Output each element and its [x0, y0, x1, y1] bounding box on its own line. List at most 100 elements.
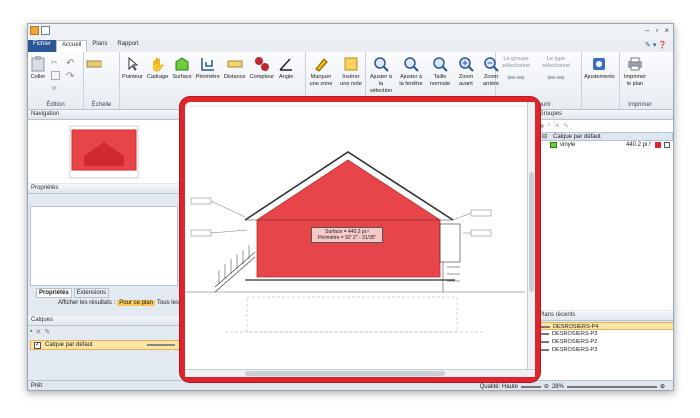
recent-plan-item[interactable]: DESROSIERS-P2: [536, 338, 673, 346]
group-item-row[interactable]: vinyle 440.2 pi.²: [538, 141, 673, 150]
distance-label: Distance: [223, 74, 246, 80]
close-icon[interactable]: ×: [664, 26, 669, 35]
plan-canvas[interactable]: Surface = 440.2 pi.² Périmètre = 92' 2" …: [180, 97, 540, 382]
cut-icon[interactable]: ✂: [51, 58, 60, 67]
mark-zone-label: Marquer une zone: [309, 74, 333, 87]
title-bar: – ▫ ×: [28, 24, 673, 40]
delete-group-icon[interactable]: ✕: [554, 122, 560, 130]
adjustments-button[interactable]: Ajustements: [582, 52, 617, 109]
group-edition: Coller ✂ ✕ ↶ ↷ Édition: [28, 52, 84, 109]
area-shape-icon: [550, 142, 557, 148]
search-group-icon[interactable]: ⌕: [547, 122, 551, 130]
undo-icon[interactable]: ↶: [66, 58, 75, 69]
tab-extensions[interactable]: Extensions: [73, 288, 110, 298]
tab-rapport[interactable]: Rapport: [112, 40, 143, 52]
help-icon[interactable]: ✎ ▾ ❓: [645, 41, 667, 49]
surface-label: Surface: [172, 74, 192, 80]
paste-icon: [30, 56, 46, 72]
copy-icon[interactable]: [51, 71, 60, 80]
add-layer-icon[interactable]: ▪: [30, 328, 32, 336]
horizontal-scroll-thumb[interactable]: [245, 371, 445, 376]
scale-button[interactable]: [84, 52, 104, 109]
groups-tree: ◆ ⌕ ✕ ✎ ⊟ Calque par défaut vinyle 440.2…: [536, 120, 673, 310]
zoom-in-icon: [458, 56, 474, 72]
group-echelle: Échelle: [84, 52, 120, 109]
zoom-out-small-icon[interactable]: ⊖: [544, 383, 549, 390]
magnifier-icon: [373, 56, 389, 72]
navigation-thumbnail: [69, 125, 139, 179]
print-button[interactable]: Imprimer le plan: [620, 52, 650, 109]
maximize-icon[interactable]: ▫: [655, 26, 658, 35]
edit-small-buttons: ✂ ✕: [48, 52, 63, 109]
edit-layer-icon[interactable]: ✎: [44, 328, 50, 336]
group-layer-name: Calque par défaut: [553, 134, 601, 140]
nav-arrows-icon: ⬅➡: [506, 71, 526, 84]
paste-button[interactable]: Coller: [28, 52, 48, 109]
surface-icon: [174, 56, 190, 72]
perimeter-value: Périmètre = 92' 2" - 31/35": [317, 235, 377, 241]
save-icon[interactable]: [41, 26, 50, 35]
edit-group-icon[interactable]: ✎: [563, 122, 569, 130]
minimize-icon[interactable]: –: [645, 26, 649, 35]
quality-slider[interactable]: [520, 385, 541, 388]
tab-accueil[interactable]: Accueil: [56, 40, 88, 52]
fit-window-label: Ajuster à la fenêtre: [399, 74, 423, 87]
navigation-header: Navigation: [28, 110, 180, 120]
vertical-scroll-thumb[interactable]: [529, 172, 534, 292]
printer-icon: [627, 56, 643, 72]
tab-fichier[interactable]: Fichier: [28, 40, 57, 52]
recent-plan-item[interactable]: DESROSIERS-P4: [536, 322, 673, 330]
layer-row[interactable]: ✓ Calque par défaut: [30, 340, 180, 350]
groups-header: Groupes: [536, 110, 673, 120]
properties-subtabs: Propriétés Extensions: [36, 288, 110, 298]
layer-checkbox[interactable]: ✓: [34, 342, 41, 349]
selected-type-button[interactable]: Le type sélectionné ⬅➡: [536, 52, 576, 109]
group-label-imprimer: Imprimer: [628, 102, 652, 108]
angle-label: Angle: [279, 74, 294, 80]
delete-layer-icon[interactable]: ✕: [35, 328, 41, 336]
redo-icon[interactable]: ↷: [66, 71, 75, 82]
distance-icon: [227, 56, 243, 72]
undo-redo-buttons: ↶ ↷: [63, 52, 78, 109]
group-label-edition: Édition: [46, 102, 65, 108]
group-layer-row[interactable]: ⊟ Calque par défaut: [538, 132, 673, 141]
normal-size-label: Taille normale: [429, 74, 451, 87]
app-menu-icon[interactable]: [30, 26, 39, 35]
color-swatch[interactable]: [655, 142, 661, 148]
print-label: Imprimer le plan: [623, 74, 647, 87]
pan-button[interactable]: ✋ Cadrage: [145, 52, 170, 109]
measurement-label[interactable]: Surface = 440.2 pi.² Périmètre = 92' 2" …: [311, 227, 383, 243]
collapse-icon[interactable]: ⊟: [542, 133, 547, 140]
recent-plan-item[interactable]: DESROSIERS-P3: [536, 346, 673, 354]
properties-grid[interactable]: [30, 206, 178, 286]
visibility-checkbox[interactable]: [664, 142, 670, 148]
recent-plan-item[interactable]: DESROSIERS-P3: [536, 330, 673, 338]
groups-toolbar: ◆ ⌕ ✕ ✎: [536, 120, 673, 132]
delete-icon[interactable]: ✕: [51, 84, 60, 93]
group-item-name: vinyle: [560, 142, 576, 148]
horizontal-scrollbar[interactable]: [185, 369, 535, 377]
tab-plans[interactable]: Plans: [87, 40, 112, 52]
pointer-icon: [124, 56, 140, 72]
angle-icon: [278, 56, 294, 72]
fit-window-icon: [403, 56, 419, 72]
status-text: Prêt: [31, 383, 43, 389]
layer-opacity-slider[interactable]: [147, 344, 175, 346]
navigation-preview[interactable]: [28, 120, 180, 183]
paste-label: Coller: [30, 74, 46, 80]
zoom-slider[interactable]: [566, 385, 657, 388]
vertical-scrollbar[interactable]: [527, 102, 535, 377]
tab-proprietes[interactable]: Propriétés: [36, 288, 72, 298]
fit-selection-label: Ajuster à la sélection: [369, 74, 393, 94]
counter-label: Compteur: [249, 74, 275, 80]
selected-type-label: Le type sélectionné: [541, 56, 571, 69]
recent-header: Plans récents: [536, 311, 673, 321]
results-this-plan[interactable]: Pour ce plan: [117, 300, 155, 306]
pointer-button[interactable]: Pointeur: [120, 52, 145, 109]
ribbon-tabs: Fichier Accueil Plans Rapport: [28, 40, 673, 52]
zoom-in-small-icon[interactable]: ⊕: [660, 383, 665, 390]
ruler-icon: [86, 56, 102, 72]
counter-icon: [254, 56, 270, 72]
pan-label: Cadrage: [146, 74, 169, 80]
layers-header: Calques: [28, 316, 180, 326]
